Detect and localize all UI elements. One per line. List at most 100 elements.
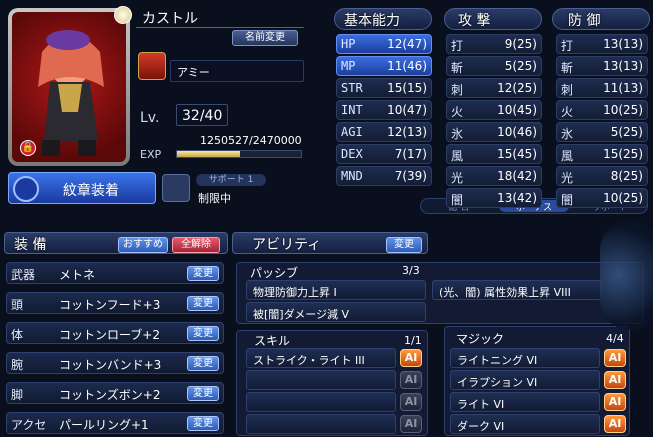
stat-row: 火 10(45) [446,100,542,120]
recommend-button[interactable]: おすすめ [118,237,168,253]
magic-slot[interactable]: ライトニング VI [450,348,600,368]
stat-label: 斬 [561,61,574,75]
equipment-change-button[interactable]: 変更 [187,386,219,401]
equipment-slot[interactable]: アクセ パールリング+1 変更 [6,412,224,434]
level-box: 32/40 [176,104,228,126]
equipment-type: 頭 [11,298,24,312]
remove-all-button[interactable]: 全解除 [172,237,220,253]
ai-toggle-button[interactable]: AI [400,393,422,411]
stat-label: 風 [451,149,464,163]
equipment-name: コットンローブ+2 [59,328,160,342]
level-label: Lv. [140,110,160,126]
ai-toggle-button[interactable]: AI [400,349,422,367]
weapon-icon[interactable] [138,52,166,80]
stat-row: AGI 12(13) [336,122,432,142]
magic-slot[interactable]: ダーク VI [450,414,600,434]
stat-value: 10(45) [497,103,537,117]
ai-toggle-button[interactable]: AI [604,349,626,367]
equipment-title: 装 備 [14,237,47,253]
skill-slot[interactable] [246,370,396,390]
ai-toggle-button[interactable]: AI [400,415,422,433]
equipment-name: コットンバンド+3 [59,358,162,372]
equipment-change-button[interactable]: 変更 [187,416,219,431]
stat-value: 12(25) [497,81,537,95]
magic-slot[interactable]: イラプション VI [450,370,600,390]
equipment-slot[interactable]: 武器 メトネ 変更 [6,262,224,284]
magic-count: 4/4 [606,332,624,345]
attack-title: 攻 撃 [458,13,491,29]
stat-label: DEX [341,147,363,161]
equipment-change-button[interactable]: 変更 [187,296,219,311]
crest-icon [13,176,39,202]
stat-label: 光 [561,171,574,185]
equipment-name: パールリング+1 [59,418,149,432]
equipment-change-button[interactable]: 変更 [187,356,219,371]
support-status: 制限中 [198,192,231,205]
stat-label: 闇 [451,193,464,207]
stat-value: 7(17) [394,147,427,161]
stat-label: STR [341,81,363,95]
stat-label: 刺 [451,83,464,97]
crest-equip-button[interactable]: 紋章装着 [8,172,156,204]
stat-value: 9(25) [504,37,537,51]
equipment-slot[interactable]: 腕 コットンバンド+3 変更 [6,352,224,374]
stat-value: 8(25) [610,169,643,183]
magic-slot[interactable]: ライト VI [450,392,600,412]
skill-slot[interactable] [246,414,396,434]
character-portrait: 🔒 [12,12,126,162]
stat-row: 斬 5(25) [446,56,542,76]
stat-label: HP [341,37,356,51]
defense-title: 防 御 [568,13,601,29]
equipment-slot[interactable]: 頭 コットンフード+3 変更 [6,292,224,314]
portrait-frame[interactable]: 🔒 [8,8,130,166]
lock-icon[interactable]: 🔒 [20,140,36,156]
name-bar: カストル [136,6,304,28]
skill-count: 1/1 [404,334,422,347]
character-name: カストル [142,11,198,27]
passive-item-2[interactable]: 被[闇]ダメージ減 V [246,302,426,322]
stat-value: 13(42) [497,191,537,205]
skill-slot[interactable] [246,392,396,412]
equipment-slot[interactable]: 脚 コットンズボン+2 変更 [6,382,224,404]
stat-label: MND [341,169,363,183]
stat-label: 打 [561,39,574,53]
stat-label: 斬 [451,61,464,75]
equipment-type: 体 [11,328,24,342]
stat-label: 光 [451,171,464,185]
equipment-slot[interactable]: 体 コットンローブ+2 変更 [6,322,224,344]
favorite-icon[interactable] [114,6,132,24]
stat-row: 刺 12(25) [446,78,542,98]
stat-row: 闇 13(42) [446,188,542,208]
stat-row: INT 10(47) [336,100,432,120]
equipment-name: コットンフード+3 [59,298,161,312]
ai-toggle-button[interactable]: AI [400,371,422,389]
stat-row: STR 15(15) [336,78,432,98]
passive-item-1[interactable]: 物理防御力上昇 I [246,280,426,300]
stat-label: 氷 [561,127,574,141]
ai-toggle-button[interactable]: AI [604,371,626,389]
stat-label: INT [341,103,363,117]
equipment-change-button[interactable]: 変更 [187,266,219,281]
magic-title: マジック [456,332,505,346]
ai-toggle-button[interactable]: AI [604,393,626,411]
stat-value: 13(13) [603,59,643,73]
passive-item-3[interactable]: (光、闇) 属性効果上昇 VIII [432,280,602,300]
rename-button[interactable]: 名前変更 [232,30,298,46]
equipment-change-button[interactable]: 変更 [187,326,219,341]
stat-value: 11(46) [387,59,427,73]
stat-row: 氷 5(25) [556,122,648,142]
ability-change-button[interactable]: 変更 [386,237,422,253]
stat-row: 闇 10(25) [556,188,648,208]
stat-value: 10(25) [603,103,643,117]
ai-toggle-button[interactable]: AI [604,415,626,433]
equipment-type: アクセ [11,418,47,432]
support-slot[interactable] [162,174,190,202]
exp-bar-fill [177,151,240,157]
basic-stats-title: 基本能力 [344,13,400,29]
skill-slot[interactable]: ストライク・ライト III [246,348,396,368]
stat-value: 5(25) [610,125,643,139]
equipment-type: 武器 [11,268,36,282]
stat-value: 15(25) [603,147,643,161]
ability-title: アビリティ [252,237,322,253]
stat-value: 5(25) [504,59,537,73]
